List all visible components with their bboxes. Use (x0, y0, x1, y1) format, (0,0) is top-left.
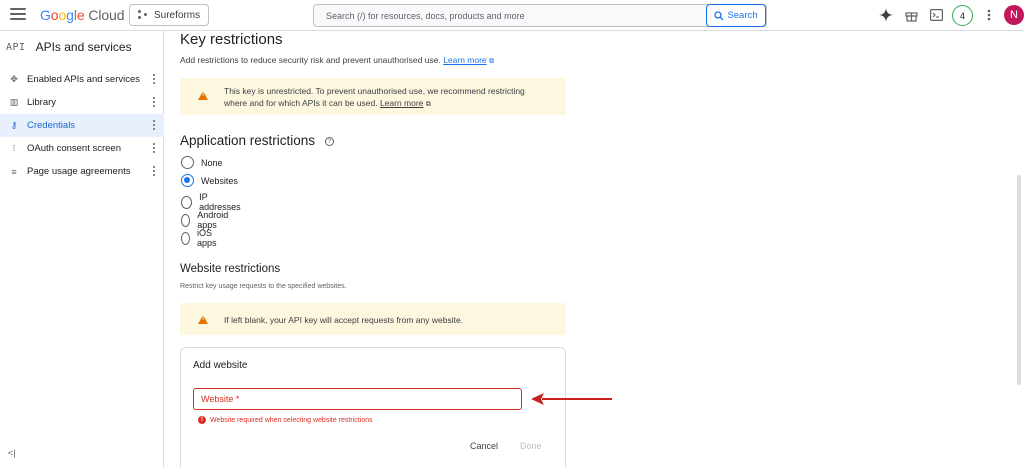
more-vert-icon[interactable] (153, 74, 156, 85)
top-bar: Google Cloud Sureforms Search (/) for re… (0, 0, 1024, 31)
sidebar-item-label: Page usage agreements (27, 166, 131, 177)
website-input-label: Website * (201, 394, 240, 404)
library-icon: ▥ (9, 97, 19, 107)
sidebar-item-label: OAuth consent screen (27, 143, 121, 154)
done-button[interactable]: Done (520, 441, 542, 451)
error-icon: ! (198, 416, 206, 424)
warning-learn-more-link[interactable]: Learn more (380, 98, 423, 108)
learn-more-link[interactable]: Learn more (443, 55, 486, 65)
cloud-shell-icon[interactable] (928, 7, 944, 23)
more-vert-icon[interactable] (153, 143, 156, 154)
apis-icon: ✥ (10, 74, 18, 84)
radio-label: Android apps (197, 210, 229, 230)
more-vert-icon[interactable] (153, 166, 156, 177)
website-error-message: ! Website required when selecting websit… (198, 416, 373, 424)
sidebar-item-enabled-apis[interactable]: ✥ Enabled APIs and services (0, 68, 164, 91)
warning-text-line2: where and for which APIs it can be used. (224, 98, 378, 108)
radio-websites[interactable]: Websites (181, 174, 238, 187)
sidebar-item-oauth-consent[interactable]: ⁝ OAuth consent screen (0, 137, 164, 160)
collapse-sidebar-icon[interactable]: <| (8, 448, 16, 458)
warning-icon (198, 91, 208, 100)
gemini-icon[interactable] (878, 7, 894, 23)
cancel-button[interactable]: Cancel (470, 441, 498, 451)
scrollbar[interactable] (1017, 175, 1021, 385)
api-badge: API (6, 41, 26, 53)
sidebar-header: API APIs and services (6, 40, 132, 54)
search-bar[interactable]: Search (/) for resources, docs, products… (313, 4, 767, 27)
search-icon (714, 10, 724, 20)
project-picker-button[interactable]: Sureforms (129, 4, 209, 26)
sidebar-item-library[interactable]: ▥ Library (0, 91, 164, 114)
search-button[interactable]: Search (706, 4, 766, 27)
radio-label: IP addresses (199, 192, 241, 212)
warning-icon (198, 315, 208, 324)
radio-label: Websites (201, 175, 238, 186)
website-restrictions-subtitle: Restrict key usage requests to the speci… (180, 283, 347, 290)
warning-text-line1: This key is unrestricted. To prevent una… (224, 86, 525, 96)
more-vert-icon[interactable] (981, 7, 997, 23)
radio-ios-apps[interactable]: iOS apps (181, 228, 221, 248)
radio-circle[interactable] (181, 213, 191, 227)
notifications-badge[interactable]: 4 (952, 5, 973, 26)
sidebar-item-credentials[interactable]: ⚷ Credentials (0, 114, 164, 137)
add-website-title: Add website (193, 360, 248, 371)
radio-circle[interactable] (181, 156, 194, 169)
radio-circle[interactable] (181, 231, 190, 245)
avatar[interactable]: N (1004, 5, 1024, 25)
annotation-arrow (531, 393, 612, 405)
menu-icon[interactable] (10, 8, 26, 22)
project-icon (138, 10, 148, 20)
sidebar-item-label: Enabled APIs and services (27, 74, 141, 85)
sidebar-title: APIs and services (35, 40, 132, 54)
key-restrictions-subtitle: Add restrictions to reduce security risk… (180, 55, 495, 65)
search-button-label: Search (727, 10, 758, 21)
more-vert-icon[interactable] (153, 120, 156, 131)
external-link-icon: ⧉ (425, 101, 431, 108)
blank-website-warning: If left blank, your API key will accept … (180, 303, 566, 335)
radio-circle[interactable] (181, 174, 194, 187)
radio-label: iOS apps (196, 228, 217, 248)
application-restrictions-heading: Application restrictions? (180, 133, 335, 148)
external-link-icon: ⧉ (489, 58, 495, 65)
unrestricted-warning: This key is unrestricted. To prevent una… (180, 78, 566, 115)
website-restrictions-heading: Website restrictions (180, 263, 281, 275)
radio-android-apps[interactable]: Android apps (181, 210, 232, 230)
sidebar-item-label: Library (27, 97, 57, 108)
sidebar-item-page-usage[interactable]: ≡ Page usage agreements (0, 160, 164, 183)
google-cloud-logo[interactable]: Google Cloud (40, 7, 125, 23)
radio-circle[interactable] (181, 195, 193, 209)
help-icon[interactable]: ? (325, 137, 335, 146)
sidebar: API APIs and services ✥ Enabled APIs and… (0, 31, 164, 468)
oauth-icon: ⁝ (12, 143, 16, 153)
search-placeholder: Search (/) for resources, docs, products… (326, 11, 525, 21)
key-restrictions-heading: Key restrictions (180, 31, 283, 48)
project-label: Sureforms (154, 9, 201, 21)
add-website-card: Add website Website * ! Website required… (180, 347, 566, 468)
radio-ip-addresses[interactable]: IP addresses (181, 192, 243, 212)
radio-label: None (201, 157, 223, 168)
agreements-icon: ≡ (11, 166, 17, 177)
sidebar-item-label: Credentials (27, 120, 76, 131)
gift-icon[interactable] (903, 7, 919, 23)
website-input[interactable]: Website * (193, 388, 522, 410)
warning-text: If left blank, your API key will accept … (224, 315, 464, 325)
key-icon: ⚷ (10, 120, 18, 130)
radio-none[interactable]: None (181, 156, 223, 169)
more-vert-icon[interactable] (153, 97, 156, 108)
